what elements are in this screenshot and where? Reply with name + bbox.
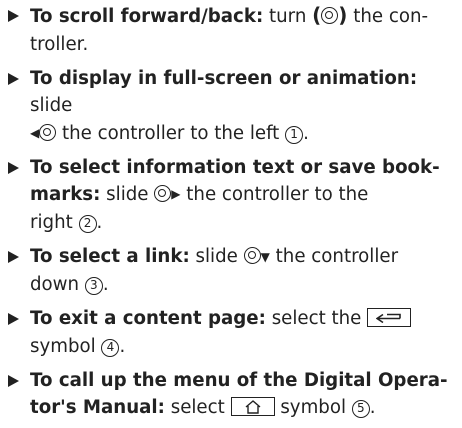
item-text: . [96, 211, 103, 233]
callout-number: 3 [84, 277, 103, 295]
item-heading: To call up the menu of the Digital Opera… [30, 369, 448, 391]
item-text: . [102, 274, 109, 295]
item-text: slide [100, 184, 155, 205]
slide-right-controller-icon: ▶ [154, 184, 181, 205]
item-text: . [119, 335, 126, 357]
turn-controller-icon: () [312, 3, 348, 27]
bullet-triangle-icon [8, 313, 19, 325]
bullet-triangle-icon [8, 161, 19, 174]
item-heading: To select a link: [30, 245, 190, 267]
item-heading: To exit a content page: [30, 308, 266, 329]
item-text: the controller [269, 245, 399, 267]
item-heading: To display in full-screen or animation: [30, 67, 418, 89]
item-text: turn [263, 6, 313, 27]
bullet-triangle-icon [8, 72, 19, 85]
bullet-triangle-icon [8, 374, 19, 387]
item-heading: marks: [30, 184, 101, 205]
home-symbol-icon [230, 397, 275, 416]
item-text: symbol [30, 335, 102, 357]
item-text: slide [189, 245, 244, 267]
instruction-list: To scroll forward/back: turn () the con-… [6, 2, 458, 428]
item-text: the controller to the [180, 184, 369, 205]
item-text: . [369, 397, 376, 418]
item-text: troller. [30, 33, 89, 55]
slide-left-controller-icon: ◀ [30, 123, 57, 144]
item-text: select the [265, 308, 368, 329]
slide-down-controller-icon: ▼ [243, 246, 270, 267]
callout-number: 1 [285, 125, 304, 144]
bullet-triangle-icon [8, 10, 19, 22]
item-text: symbol [274, 397, 352, 418]
item-text: select [164, 397, 231, 418]
list-item-scroll: To scroll forward/back: turn () the con-… [6, 2, 458, 58]
item-heading: tor's Manual: [30, 397, 165, 418]
callout-number: 5 [351, 400, 370, 418]
item-text: the controller to the left [56, 122, 286, 144]
item-text: the con- [347, 6, 429, 27]
item-heading: To select information text or save book- [30, 156, 440, 178]
list-item-select-info: To select information text or save book-… [6, 154, 458, 237]
list-item-select-link: To select a link: slide ▼ the controller… [6, 243, 458, 299]
item-heading: To scroll forward/back: [30, 6, 264, 27]
item-text: slide [30, 95, 73, 116]
callout-number: 2 [78, 214, 97, 233]
list-item-menu: To call up the menu of the Digital Opera… [6, 367, 458, 422]
list-item-exit: To exit a content page: select the symbo… [6, 305, 458, 360]
item-text: down [30, 274, 85, 295]
item-text: right [30, 211, 79, 233]
back-symbol-icon [367, 308, 412, 327]
bullet-triangle-icon [8, 250, 19, 263]
item-text: . [303, 122, 309, 144]
callout-number: 4 [101, 338, 120, 357]
list-item-fullscreen: To display in full-screen or animation: … [6, 65, 458, 148]
